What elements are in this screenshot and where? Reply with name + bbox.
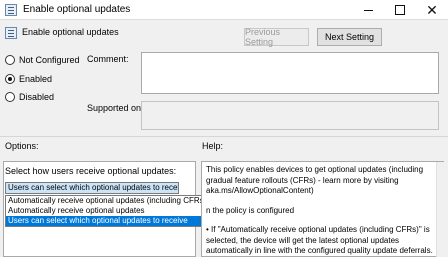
help-scrollbar[interactable] bbox=[436, 162, 444, 257]
radio-disabled[interactable]: Disabled bbox=[5, 92, 54, 102]
policy-title: Enable optional updates bbox=[22, 27, 119, 37]
title-bar: Enable optional updates ✕ bbox=[0, 0, 448, 20]
help-paragraph: n the policy is configured bbox=[206, 205, 295, 215]
dropdown-option-user-select[interactable]: Users can select which optional updates … bbox=[6, 216, 217, 226]
policy-window-icon bbox=[5, 4, 17, 16]
options-label: Options: bbox=[5, 141, 39, 151]
radio-button-icon[interactable] bbox=[5, 92, 15, 102]
window-title: Enable optional updates bbox=[23, 4, 131, 15]
help-panel: This policy enables devices to get optio… bbox=[201, 161, 444, 257]
supported-on-label: Supported on: bbox=[87, 103, 144, 113]
close-button[interactable]: ✕ bbox=[416, 0, 448, 20]
help-label: Help: bbox=[202, 141, 224, 151]
comment-label: Comment: bbox=[87, 54, 129, 64]
previous-setting-button[interactable]: Previous Setting bbox=[244, 27, 309, 47]
radio-label-not-configured: Not Configured bbox=[19, 55, 80, 65]
supported-on-field bbox=[141, 101, 439, 130]
radio-label-enabled: Enabled bbox=[19, 74, 53, 84]
radio-not-configured[interactable]: Not Configured bbox=[5, 55, 80, 65]
comment-field[interactable] bbox=[141, 52, 439, 94]
update-mode-dropdown[interactable]: Users can select which optional updates … bbox=[5, 182, 179, 194]
section-divider bbox=[0, 136, 448, 137]
options-caption: Select how users receive optional update… bbox=[5, 166, 177, 176]
help-paragraph: • If "Automatically receive optional upd… bbox=[206, 225, 433, 255]
maximize-button[interactable] bbox=[384, 0, 416, 20]
dropdown-list: Automatically receive optional updates (… bbox=[5, 195, 218, 227]
radio-button-icon[interactable] bbox=[5, 55, 15, 65]
policy-setting-icon bbox=[5, 27, 17, 39]
dropdown-option-auto-cfrs[interactable]: Automatically receive optional updates (… bbox=[6, 196, 217, 206]
minimize-button[interactable] bbox=[352, 0, 384, 20]
radio-label-disabled: Disabled bbox=[19, 92, 55, 102]
help-paragraph: This policy enables devices to get optio… bbox=[206, 165, 424, 195]
dropdown-option-auto[interactable]: Automatically receive optional updates bbox=[6, 206, 217, 216]
radio-button-checked-icon[interactable] bbox=[5, 74, 15, 84]
radio-enabled[interactable]: Enabled bbox=[5, 74, 52, 84]
next-setting-button[interactable]: Next Setting bbox=[317, 28, 382, 46]
